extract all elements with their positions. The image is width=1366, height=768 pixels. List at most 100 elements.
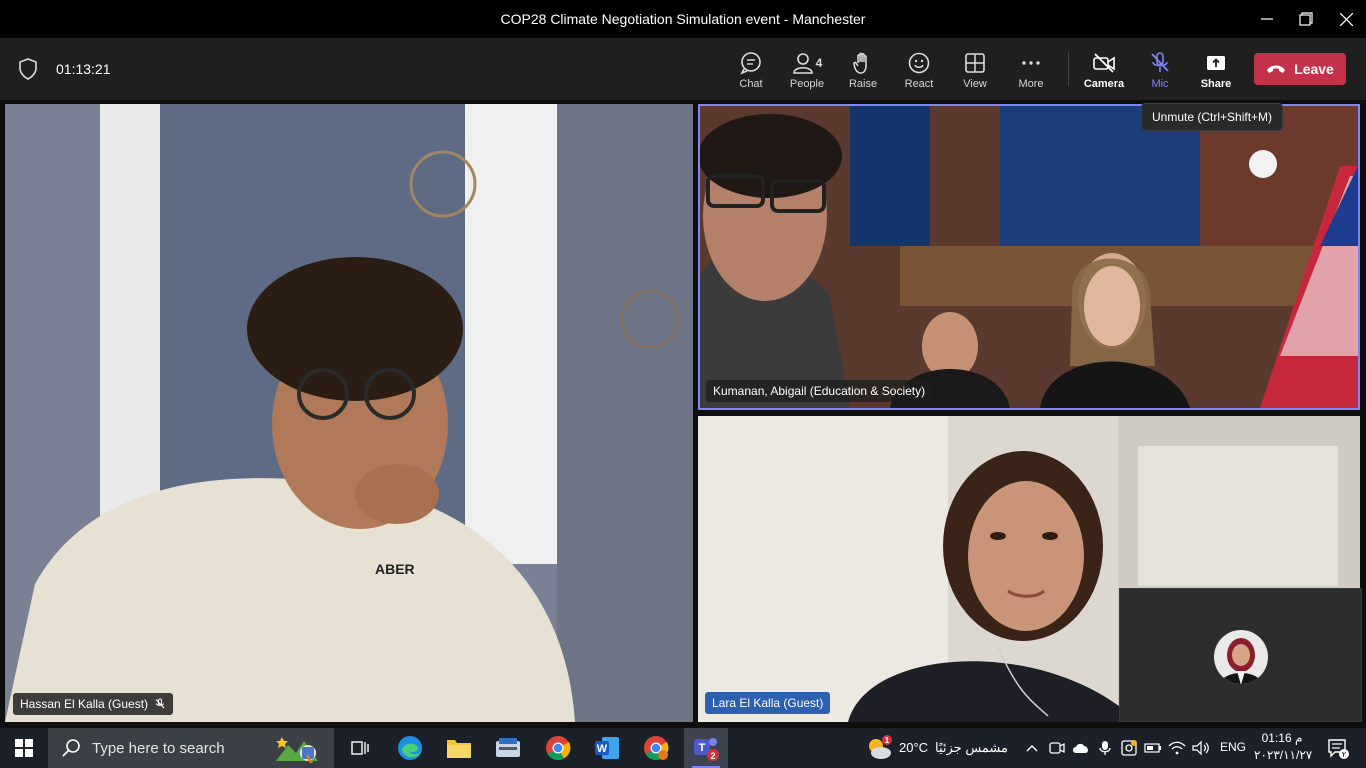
svg-text:T: T [699,742,706,754]
taskbar-app[interactable] [488,732,528,764]
tray-battery[interactable] [1142,732,1164,764]
mic-off-icon [155,698,165,709]
search-placeholder: Type here to search [92,739,225,757]
mic-tooltip: Unmute (Ctrl+Shift+M) [1141,103,1284,131]
taskbar-search[interactable]: Type here to search [48,728,334,768]
people-label: People [789,78,825,90]
battery-icon [1144,743,1161,753]
minimize-button[interactable] [1247,0,1287,38]
react-label: React [904,78,934,90]
mic-label: Mic [1151,78,1169,90]
raise-label: Raise [848,78,878,90]
tray-volume[interactable] [1190,732,1212,764]
more-label: More [1018,78,1044,90]
leave-button[interactable]: Leave [1254,53,1346,85]
tray-security[interactable] [1118,732,1140,764]
taskbar-word[interactable]: W [587,732,627,764]
tray-microphone[interactable] [1094,732,1116,764]
meet-now-icon [1049,742,1065,754]
mic-button[interactable]: Mic [1132,48,1188,94]
participant-name: Kumanan, Abigail (Education & Society) [713,384,926,398]
wifi-icon [1168,741,1186,755]
taskbar-teams[interactable]: T2 [684,728,728,768]
close-button[interactable] [1326,0,1366,38]
more-button[interactable]: More [1003,48,1059,94]
mic-off-icon [1151,52,1169,72]
partly-sunny-icon: 1 [869,735,892,759]
speaker-icon [1192,741,1209,755]
weather-widget[interactable]: 1 [862,732,896,764]
taskbar-edge[interactable] [390,732,430,764]
participant-video [700,106,1358,408]
people-icon [792,53,813,74]
participant-video: ABER [5,104,693,722]
folder-icon [447,740,471,758]
svg-text:ABER: ABER [375,561,415,577]
participant-name: Hassan El Kalla (Guest) [20,697,149,711]
start-button[interactable] [4,732,44,764]
minimize-icon [1261,18,1273,20]
taskbar-chrome-2[interactable] [636,732,676,764]
windows-taskbar: Type here to search W T2 1 20°C مشمس جزئ… [0,728,1366,768]
clock-date[interactable]: ٢٠٢٣/١١/٢٧ [1254,748,1312,762]
weather-badge: 1 [885,736,890,745]
task-view-button[interactable] [340,732,380,764]
microphone-icon [1099,741,1111,755]
meeting-toolbar: 01:13:21 Chat 4 People Raise React View … [0,38,1366,100]
restore-icon [1299,12,1313,26]
scanner-app-icon [496,738,520,757]
camera-button[interactable]: Camera [1076,48,1132,94]
react-button[interactable]: React [891,48,947,94]
word-icon: W [595,737,619,759]
share-button[interactable]: Share [1188,48,1244,94]
maximize-button[interactable] [1286,0,1326,38]
share-label: Share [1200,78,1232,90]
search-highlight-icon [276,737,318,763]
clock-time[interactable]: 01:16 م [1256,731,1308,745]
people-count: 4 [815,56,823,70]
toolbar-divider [1068,52,1069,86]
teams-icon: T2 [694,738,719,761]
title-bar: COP28 Climate Negotiation Simulation eve… [0,0,1366,38]
share-icon [1207,56,1225,70]
self-view-tile[interactable] [1119,588,1362,722]
defender-icon [1121,740,1137,756]
show-hidden-icons-button[interactable] [1022,732,1042,764]
video-tile-abigail[interactable]: Kumanan, Abigail (Education & Society) [698,104,1360,410]
raise-hand-button[interactable]: Raise [835,48,891,94]
view-label: View [963,78,987,90]
smiley-icon [908,52,930,74]
notification-center-icon: ٢ [1328,739,1349,759]
taskbar-file-explorer[interactable] [439,732,479,764]
participant-name-tag: Kumanan, Abigail (Education & Society) [706,380,933,402]
camera-label: Camera [1083,78,1125,90]
meeting-timer: 01:13:21 [56,61,111,77]
close-icon [1339,12,1353,26]
input-language[interactable]: ENG [1220,740,1246,754]
view-button[interactable]: View [947,48,1003,94]
notification-count: ٢ [1342,750,1346,759]
camera-off-icon [1093,53,1115,73]
svg-text:W: W [597,743,608,755]
weather-temperature: 20°C [899,740,929,755]
tray-wifi[interactable] [1166,732,1188,764]
self-avatar [1214,630,1268,684]
grid-view-icon [965,53,985,73]
participant-name-tag: Hassan El Kalla (Guest) [13,693,174,715]
taskbar-chrome[interactable] [538,732,578,764]
participant-name: Lara El Kalla (Guest) [712,696,824,710]
chevron-up-icon [1026,745,1038,752]
notifications-button[interactable]: ٢ [1318,732,1358,764]
hang-up-icon [1267,65,1286,73]
people-button[interactable]: 4 People [779,48,835,94]
tray-meet-now[interactable] [1046,732,1068,764]
video-tile-hassan[interactable]: ABER Hassan El Kalla (Guest) [5,104,693,722]
chat-icon [740,52,761,75]
participant-name-tag: Lara El Kalla (Guest) [705,692,831,714]
windows-logo-icon [15,739,33,757]
edge-browser-icon [398,736,422,760]
task-view-icon [351,741,369,755]
shield-icon [19,58,37,80]
chat-button[interactable]: Chat [723,48,779,94]
tray-onedrive[interactable] [1070,732,1092,764]
